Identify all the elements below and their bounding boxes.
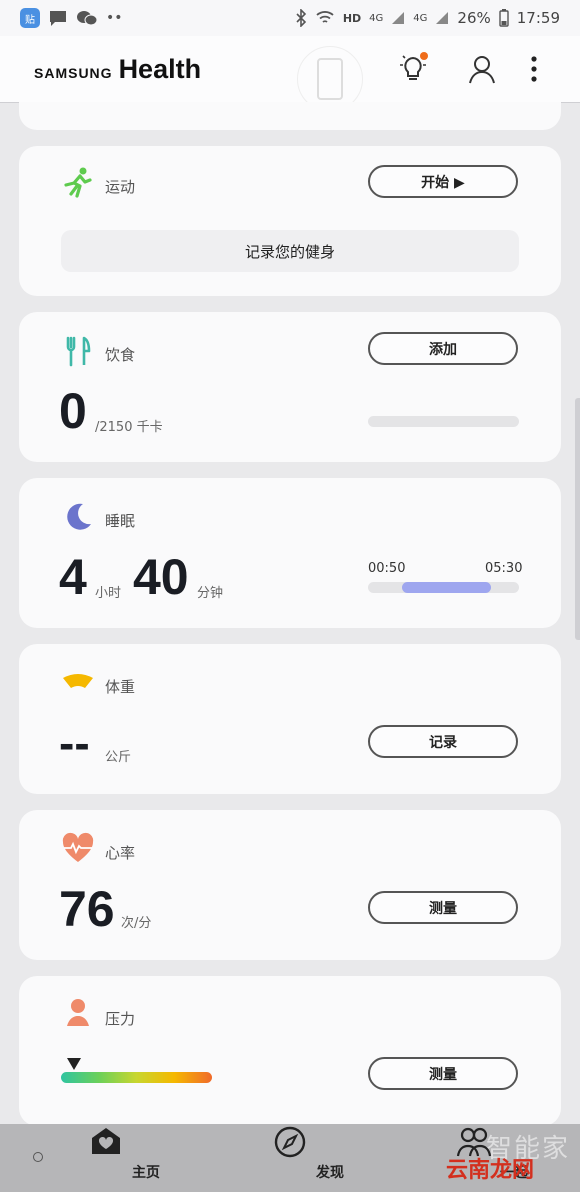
notification-dot bbox=[420, 52, 428, 60]
exercise-title: 运动 bbox=[105, 178, 136, 196]
signal-icon bbox=[392, 12, 405, 24]
sleep-start-time: 00:50 bbox=[368, 561, 406, 576]
app-header: SAMSUNG Health bbox=[0, 36, 580, 112]
record-workout-button[interactable]: 记录您的健身 bbox=[61, 230, 519, 272]
wechat-icon bbox=[77, 11, 98, 26]
fork-knife-icon bbox=[66, 336, 91, 367]
network-type: HD bbox=[342, 11, 362, 25]
scale-icon bbox=[63, 674, 93, 688]
calorie-target: /2150 千卡 bbox=[95, 420, 163, 435]
heart-rate-card[interactable]: 心率 76 次/分 测量 bbox=[19, 810, 561, 960]
status-bar: 贴 •• HD 4G 4G 26% 17:59 bbox=[0, 0, 580, 36]
heart-rate-icon bbox=[62, 832, 94, 862]
measure-heart-rate-button[interactable]: 测量 bbox=[368, 891, 518, 924]
sleep-timeline-track bbox=[368, 582, 519, 593]
profile-button[interactable] bbox=[465, 52, 499, 86]
weight-card[interactable]: 体重 -- 公斤 记录 bbox=[19, 644, 561, 794]
bottom-navigation: 主页 发现 一起 智能家 云南龙网 bbox=[0, 1124, 580, 1192]
sleep-hours-unit: 小时 bbox=[95, 586, 122, 601]
food-title: 饮食 bbox=[105, 346, 136, 364]
profile-icon bbox=[469, 56, 495, 84]
stress-title: 压力 bbox=[105, 1010, 136, 1028]
food-card[interactable]: 饮食 添加 0 /2150 千卡 bbox=[19, 312, 561, 462]
signal-icon-2 bbox=[436, 12, 449, 24]
measure-stress-button[interactable]: 测量 bbox=[368, 1057, 518, 1090]
clock: 17:59 bbox=[516, 9, 560, 27]
more-vertical-icon bbox=[531, 56, 537, 82]
message-icon bbox=[50, 11, 66, 26]
stress-icon bbox=[67, 999, 89, 1026]
app-badge-icon: 贴 bbox=[20, 8, 40, 28]
compass-icon bbox=[274, 1126, 306, 1158]
bluetooth-icon bbox=[296, 9, 306, 27]
watermark-text-2: 云南龙网 bbox=[446, 1158, 535, 1183]
exercise-card[interactable]: 运动 开始 ▶ 记录您的健身 bbox=[19, 146, 561, 296]
scroll-indicator[interactable] bbox=[575, 398, 580, 640]
moon-icon bbox=[67, 503, 91, 530]
tips-button[interactable] bbox=[396, 52, 430, 86]
stress-gradient-bar bbox=[61, 1072, 212, 1083]
status-right: HD 4G 4G 26% 17:59 bbox=[295, 9, 560, 27]
sleep-hours: 4 bbox=[59, 549, 87, 605]
sleep-card[interactable]: 睡眠 4 小时 40 分钟 00:50 05:30 bbox=[19, 478, 561, 628]
weight-value: -- bbox=[59, 717, 90, 769]
app-logo: SAMSUNG Health bbox=[34, 54, 201, 85]
heart-rate-title: 心率 bbox=[105, 844, 136, 862]
sleep-end-time: 05:30 bbox=[485, 561, 523, 576]
sleep-minutes: 40 bbox=[133, 549, 189, 605]
heart-rate-value: 76 bbox=[59, 881, 115, 937]
signal-1: 4G bbox=[369, 12, 384, 24]
nav-home-label: 主页 bbox=[132, 1165, 160, 1181]
signal-2: 4G bbox=[413, 12, 428, 24]
add-food-button[interactable]: 添加 bbox=[368, 332, 518, 365]
calorie-progress-bar bbox=[368, 416, 519, 427]
stress-marker-icon bbox=[67, 1058, 81, 1070]
battery-icon bbox=[499, 9, 509, 27]
previous-card-partial bbox=[19, 102, 561, 130]
status-left: 贴 •• bbox=[20, 8, 123, 28]
nav-discover-label: 发现 bbox=[316, 1165, 344, 1181]
weight-unit: 公斤 bbox=[105, 750, 132, 765]
more-notifications-icon: •• bbox=[106, 10, 123, 26]
nav-back-dot[interactable] bbox=[33, 1152, 43, 1162]
record-weight-button[interactable]: 记录 bbox=[368, 725, 518, 758]
stress-card[interactable]: 压力 测量 bbox=[19, 976, 561, 1126]
battery-percent: 26% bbox=[457, 9, 491, 27]
brand-samsung: SAMSUNG bbox=[34, 65, 113, 81]
wifi-icon bbox=[316, 11, 334, 23]
calorie-value: 0 bbox=[59, 383, 87, 439]
more-options-button[interactable] bbox=[524, 52, 558, 86]
sleep-title: 睡眠 bbox=[105, 512, 136, 530]
heart-rate-unit: 次/分 bbox=[121, 916, 152, 931]
home-heart-icon bbox=[92, 1128, 120, 1154]
sleep-minutes-unit: 分钟 bbox=[197, 586, 224, 601]
sleep-timeline-bar bbox=[402, 582, 491, 593]
brand-health: Health bbox=[118, 54, 202, 84]
weight-title: 体重 bbox=[105, 678, 136, 696]
start-exercise-button[interactable]: 开始 ▶ bbox=[368, 165, 518, 198]
running-icon bbox=[64, 167, 92, 198]
